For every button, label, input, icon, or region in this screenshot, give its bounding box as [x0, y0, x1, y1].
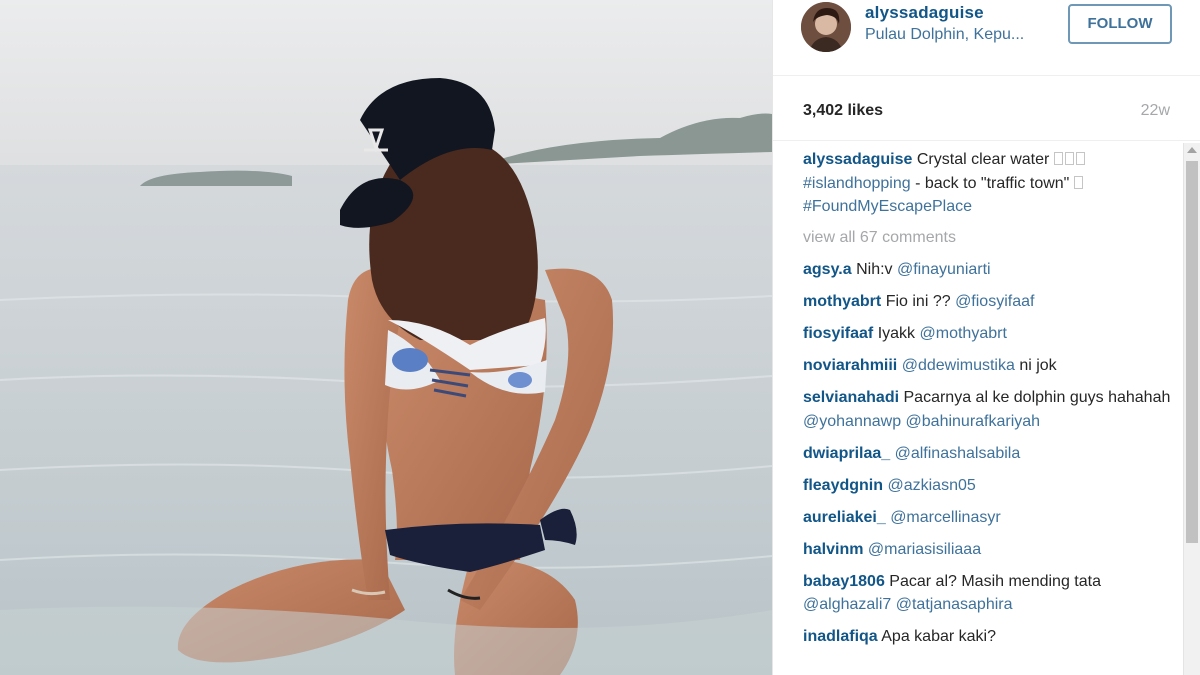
caption-text: - back to "traffic town" [915, 174, 1070, 192]
comments-list: alyssadaguise Crystal clear water #islan… [803, 148, 1175, 675]
comment-text: Apa kabar kaki? [881, 628, 996, 645]
comment-mention[interactable]: @fiosyifaaf [955, 293, 1034, 310]
comments-scrollbar[interactable] [1183, 143, 1200, 675]
hashtag-link[interactable]: #islandhopping [803, 175, 911, 192]
post-sidebar: alyssadaguise Pulau Dolphin, Kepu... FOL… [772, 0, 1200, 675]
comment-username[interactable]: halvinm [803, 541, 863, 558]
comment-text: Pacar al? Masih mending tata [889, 572, 1101, 590]
comment-row: fleaydgnin @azkiasn05 [803, 474, 1175, 498]
comment-row: babay1806 Pacar al? Masih mending tata @… [803, 570, 1175, 617]
comment-username[interactable]: agsy.a [803, 261, 852, 278]
comment-text: Pacarnya al ke dolphin guys hahahah [903, 389, 1171, 406]
view-all-comments-link[interactable]: view all 67 comments [803, 227, 1175, 249]
comment-mention[interactable]: @finayuniarti [897, 261, 991, 278]
caption: alyssadaguise Crystal clear water #islan… [803, 148, 1175, 219]
comment-mention[interactable]: @azkiasn05 [887, 477, 975, 494]
post-author-username[interactable]: alyssadaguise [865, 3, 984, 23]
comment-username[interactable]: babay1806 [803, 573, 885, 590]
beach-photo-illustration [0, 0, 772, 675]
comment-row: inadlafiqa Apa kabar kaki? [803, 625, 1175, 649]
post-location[interactable]: Pulau Dolphin, Kepu... [865, 26, 1024, 44]
missing-glyph-icon [1064, 152, 1074, 165]
caption-username[interactable]: alyssadaguise [803, 151, 912, 168]
post-photo[interactable] [0, 0, 772, 675]
comment-row: aureliakei_ @marcellinasyr [803, 506, 1175, 530]
comment-username[interactable]: noviarahmiii [803, 357, 897, 374]
comment-username[interactable]: aureliakei_ [803, 509, 886, 526]
comment-username[interactable]: selvianahadi [803, 389, 899, 406]
caption-text: Crystal clear water [916, 151, 1050, 168]
missing-glyph-icon [1053, 152, 1063, 165]
likes-count[interactable]: 3,402 likes [803, 102, 883, 120]
comment-mention[interactable]: @marcellinasyr [890, 509, 1000, 526]
scroll-up-arrow-icon[interactable] [1187, 147, 1197, 153]
comment-mention[interactable]: @mariasisiliaaa [868, 541, 981, 558]
divider [773, 140, 1200, 141]
comment-text: Iyakk [877, 325, 916, 342]
comment-username[interactable]: mothyabrt [803, 293, 881, 310]
missing-glyph-icon [1075, 152, 1085, 165]
comment-text: Fio ini ?? [885, 293, 951, 310]
comment-username[interactable]: fleaydgnin [803, 477, 883, 494]
comment-mention[interactable]: @alfinashalsabila [895, 445, 1021, 462]
comment-row: dwiaprilaa_ @alfinashalsabila [803, 442, 1175, 466]
comment-mention[interactable]: @yohannawp @bahinurafkariyah [803, 413, 1040, 430]
comment-text: ni jok [1019, 357, 1057, 374]
hashtag-link[interactable]: #FoundMyEscapePlace [803, 198, 972, 215]
comment-username[interactable]: dwiaprilaa_ [803, 445, 890, 462]
post-age[interactable]: 22w [1141, 102, 1170, 120]
missing-glyph-icon [1073, 175, 1083, 189]
post-header: alyssadaguise Pulau Dolphin, Kepu... FOL… [773, 0, 1200, 76]
comment-mention[interactable]: @ddewimustika [902, 357, 1015, 374]
comment-row: mothyabrt Fio ini ?? @fiosyifaaf [803, 290, 1175, 314]
comment-row: halvinm @mariasisiliaaa [803, 538, 1175, 562]
comment-text: Nih:v [856, 261, 893, 278]
comment-username[interactable]: fiosyifaaf [803, 325, 873, 342]
comment-mention[interactable]: @mothyabrt [920, 325, 1007, 342]
follow-button[interactable]: FOLLOW [1068, 4, 1172, 44]
comment-row: noviarahmiii @ddewimustika ni jok [803, 354, 1175, 378]
avatar[interactable] [801, 2, 851, 52]
comment-mention[interactable]: @alghazali7 @tatjanasaphira [803, 596, 1013, 613]
comment-username[interactable]: inadlafiqa [803, 628, 878, 645]
avatar-image [801, 2, 851, 52]
comment-row: agsy.a Nih:v @finayuniarti [803, 258, 1175, 282]
scrollbar-thumb[interactable] [1186, 161, 1198, 543]
comment-row: selvianahadi Pacarnya al ke dolphin guys… [803, 386, 1175, 433]
comment-row: fiosyifaaf Iyakk @mothyabrt [803, 322, 1175, 346]
